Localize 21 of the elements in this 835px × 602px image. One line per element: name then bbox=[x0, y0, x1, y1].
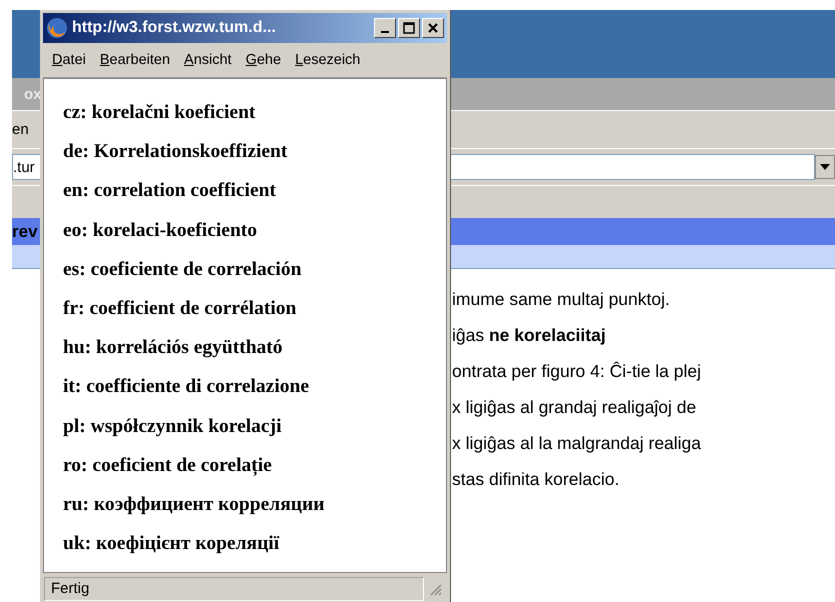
header-label: rev bbox=[12, 222, 38, 242]
term-line: fr: coefficient de corrélation bbox=[63, 297, 298, 322]
body-text: stas difinita korelacio. bbox=[452, 468, 620, 491]
term-line: es: coeficiente de correlación bbox=[63, 258, 302, 282]
window-title: ox bbox=[24, 86, 42, 102]
body-text: x ligiĝas al la malgrandaj realiga bbox=[452, 432, 702, 455]
term-line: eo: korelaci-koeficiento bbox=[63, 218, 258, 243]
term-line: ro: coeficient de corelație bbox=[63, 454, 273, 478]
term-line: pl: współczynnik korelacji bbox=[63, 414, 282, 439]
body-text: imume same multaj punktoj. bbox=[452, 288, 671, 311]
term-line: it: coefficiente di correlazione bbox=[63, 375, 310, 400]
term-line: uk: коефіцієнт кореляції bbox=[63, 532, 280, 556]
term-line: ru: коэффициент корреляции bbox=[63, 493, 326, 518]
status-bar: Fertig bbox=[44, 576, 424, 600]
body-text: iĝas ne korelaciitaj bbox=[452, 324, 607, 347]
window-title: http://w3.forst.wzw.tum.d... bbox=[72, 19, 277, 37]
term-line: hu: korrelációs együttható bbox=[63, 336, 284, 360]
body-text: ontrata per figuro 4: Ĉi-tie la plej bbox=[452, 360, 702, 383]
term-line: cz: korelačni koeficient bbox=[63, 101, 256, 125]
body-text: x ligiĝas al grandaj realigaĵoj de bbox=[452, 396, 698, 419]
term-line: en: correlation coefficient bbox=[63, 179, 277, 204]
